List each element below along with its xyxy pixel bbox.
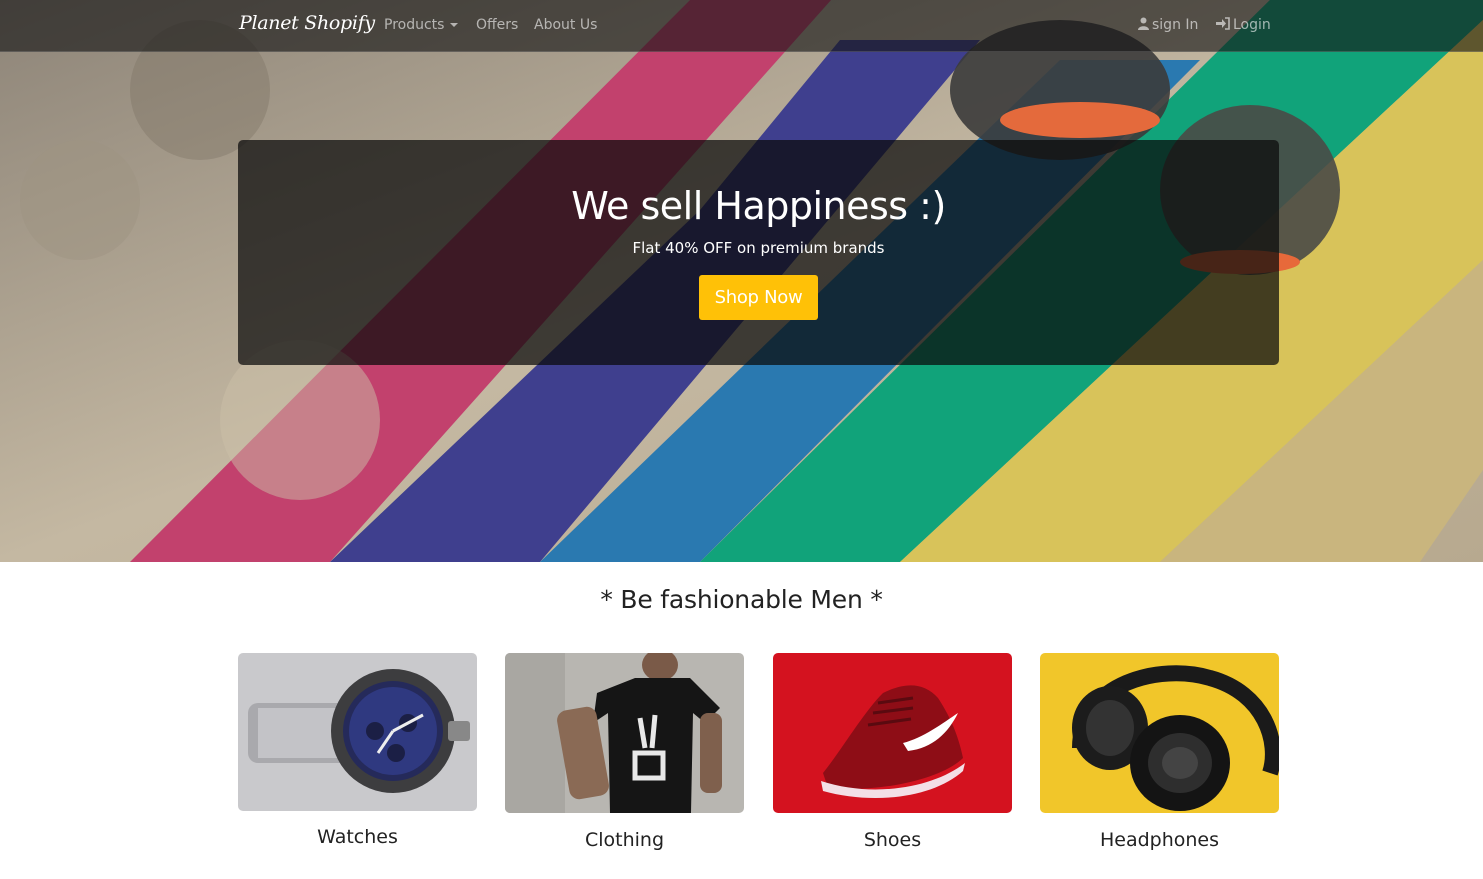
nav-about-link[interactable]: About Us xyxy=(534,17,597,33)
caret-down-icon xyxy=(450,23,459,27)
nav-login-link[interactable]: Login xyxy=(1216,17,1271,33)
section-title: * Be fashionable Men * xyxy=(600,585,883,614)
sign-in-icon xyxy=(1216,17,1230,30)
hero-title: We sell Happiness :) xyxy=(571,184,946,228)
category-label: Shoes xyxy=(863,829,922,851)
headphones-image[interactable] xyxy=(1040,653,1279,813)
hero-jumbotron: We sell Happiness :) Flat 40% OFF on pre… xyxy=(238,140,1279,365)
tshirt-image[interactable] xyxy=(505,653,744,813)
category-card-headphones[interactable]: Headphones xyxy=(1040,653,1279,851)
nav-signin-label: sign In xyxy=(1152,17,1199,33)
category-label: Headphones xyxy=(1099,829,1220,851)
user-icon xyxy=(1138,17,1149,30)
category-card-clothing[interactable]: Clothing xyxy=(505,653,744,851)
shop-now-button[interactable]: Shop Now xyxy=(699,275,818,320)
nav-offers-link[interactable]: Offers xyxy=(476,17,518,33)
top-navbar: Planet Shopify Products Offers About Us … xyxy=(0,0,1483,52)
brand-logo[interactable]: Planet Shopify xyxy=(239,12,375,34)
shoe-image[interactable] xyxy=(773,653,1012,813)
hero-subtitle: Flat 40% OFF on premium brands xyxy=(632,239,885,257)
nav-login-label: Login xyxy=(1233,17,1271,33)
nav-signin-link[interactable]: sign In xyxy=(1138,17,1198,33)
category-card-watches[interactable]: Watches xyxy=(238,653,477,848)
category-card-shoes[interactable]: Shoes xyxy=(773,653,1012,851)
category-label: Clothing xyxy=(584,829,665,851)
nav-products-label: Products xyxy=(384,17,445,33)
nav-products-dropdown[interactable]: Products xyxy=(384,17,459,33)
watch-image[interactable] xyxy=(238,653,477,811)
category-label: Watches xyxy=(317,826,398,848)
